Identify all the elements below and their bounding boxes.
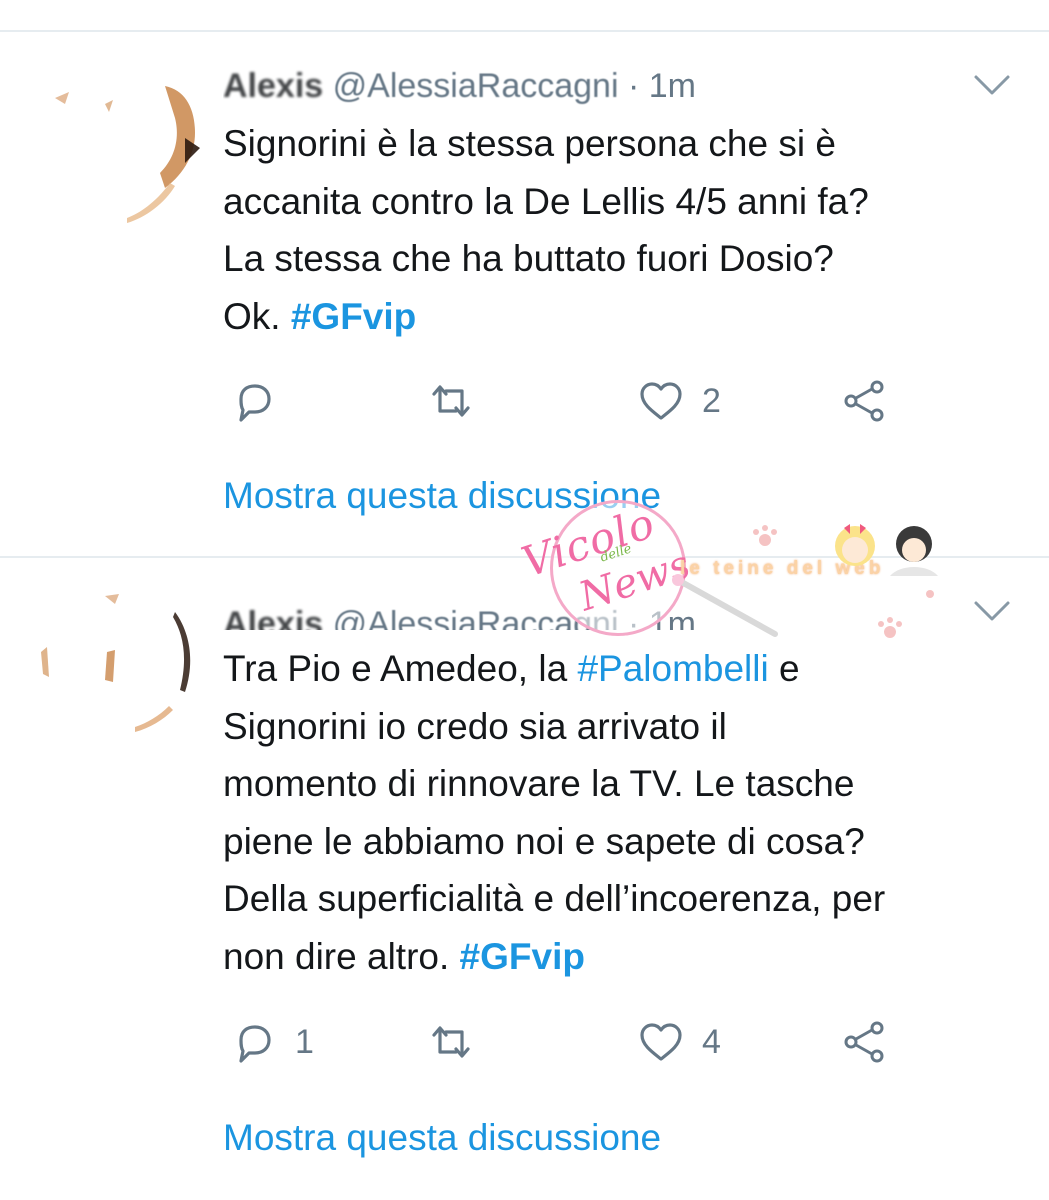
reply-button[interactable]: 1 [231, 1017, 314, 1067]
author-handle[interactable]: @AlessiaRaccagni [333, 67, 619, 105]
share-icon [844, 1021, 884, 1063]
retweet-icon [432, 385, 470, 417]
retweet-button[interactable] [428, 376, 492, 426]
like-button[interactable]: 4 [638, 1017, 721, 1067]
tweet-actions: 2 [223, 376, 923, 426]
tweet-text-body: Tra Pio e Amedeo, la [223, 648, 578, 689]
retweet-button[interactable] [428, 1017, 492, 1067]
show-thread-link[interactable]: Mostra questa discussione [223, 1115, 661, 1161]
hashtag-link[interactable]: #Palombelli [577, 648, 768, 689]
avatar[interactable] [35, 592, 205, 742]
top-divider [0, 30, 1049, 32]
tweet-text: Signorini è la stessa persona che si è a… [223, 115, 1023, 345]
author-name[interactable]: Alexis [223, 67, 323, 105]
reply-count: 1 [295, 1022, 314, 1061]
watermark: Vicolo delle News le teine del web [510, 498, 950, 650]
like-icon [640, 1023, 682, 1061]
author-name[interactable]: Alexis [223, 605, 323, 630]
reply-button[interactable] [231, 376, 295, 426]
tweet-text: Tra Pio e Amedeo, la #Palombelli e Signo… [223, 640, 1023, 985]
tweet-header: Alexis @AlessiaRaccagni · 1m [223, 66, 863, 106]
share-button[interactable] [841, 376, 887, 426]
hashtag-link[interactable]: #GFvip [460, 936, 585, 977]
chevron-down-icon[interactable] [972, 598, 1012, 624]
tweet-text-body: e Signorini io credo sia arrivato il mom… [223, 648, 886, 977]
watermark-paws-icon [753, 525, 934, 638]
reply-icon [239, 384, 271, 422]
like-count: 2 [702, 381, 721, 420]
tweet-time[interactable]: · 1m [628, 67, 696, 105]
like-icon [640, 382, 682, 420]
share-icon [844, 380, 884, 422]
hashtag-link[interactable]: #GFvip [291, 296, 416, 337]
chevron-down-icon[interactable] [972, 72, 1012, 98]
like-count: 4 [702, 1022, 721, 1061]
retweet-icon [432, 1026, 470, 1058]
avatar[interactable] [35, 78, 205, 228]
share-button[interactable] [841, 1017, 887, 1067]
reply-icon [239, 1025, 271, 1063]
tweet-actions: 1 4 [223, 1017, 923, 1067]
like-button[interactable]: 2 [638, 376, 721, 426]
